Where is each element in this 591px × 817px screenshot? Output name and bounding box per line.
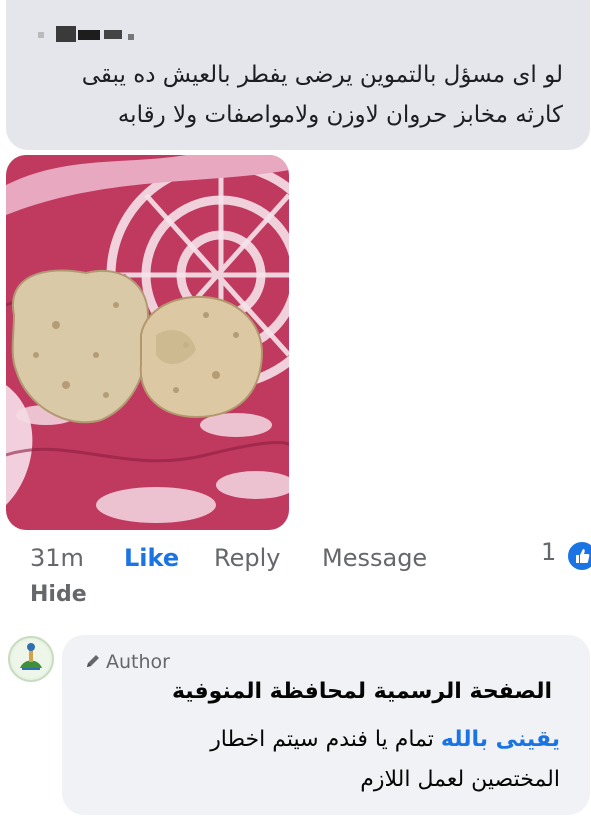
reply-author-name[interactable]: الصفحة الرسمية لمحافظة المنوفية — [172, 679, 552, 704]
like-reaction-icon[interactable] — [566, 540, 591, 572]
reply-text-rest: تمام يا فندم سيتم اخطار — [210, 727, 441, 752]
comment-text-line-2: كارثه مخابز حروان لاوزن ولامواصفات ولا ر… — [117, 102, 563, 128]
reply-bubble: Author الصفحة الرسمية لمحافظة المنوفية ي… — [62, 635, 590, 815]
reaction-count[interactable]: 1 — [541, 538, 556, 566]
comment-author-text: - --- . — [6, 0, 7, 1]
comment-photo[interactable] — [6, 155, 289, 530]
comment-text-line-1: لو اى مسؤل بالتموين يرضى يفطر بالعيش ده … — [81, 62, 563, 88]
mention-link[interactable]: يقينى بالله — [441, 727, 560, 752]
author-badge: Author — [84, 651, 170, 673]
reply-text-line-2: المختصين لعمل اللازم — [360, 767, 560, 792]
reply-text: يقينى بالله تمام يا فندم سيتم اخطار المخ… — [100, 720, 560, 800]
author-badge-label: Author — [106, 651, 170, 673]
message-button[interactable]: Message — [322, 544, 427, 572]
like-button[interactable]: Like — [124, 544, 179, 572]
pencil-icon — [87, 655, 99, 667]
comment-author-name[interactable] — [34, 22, 144, 52]
hide-button[interactable]: Hide — [30, 582, 87, 607]
page-avatar[interactable] — [8, 636, 54, 682]
reply-text-line-1: يقينى بالله تمام يا فندم سيتم اخطار — [100, 720, 560, 760]
reply-button[interactable]: Reply — [214, 544, 280, 572]
comment-text: لو اى مسؤل بالتموين يرضى يفطر بالعيش ده … — [23, 55, 563, 135]
comment-timestamp[interactable]: 31m — [30, 544, 84, 572]
comment-actions: 31m Like Reply Message Hide 1 — [0, 538, 591, 618]
bread-photo-image — [6, 155, 289, 530]
